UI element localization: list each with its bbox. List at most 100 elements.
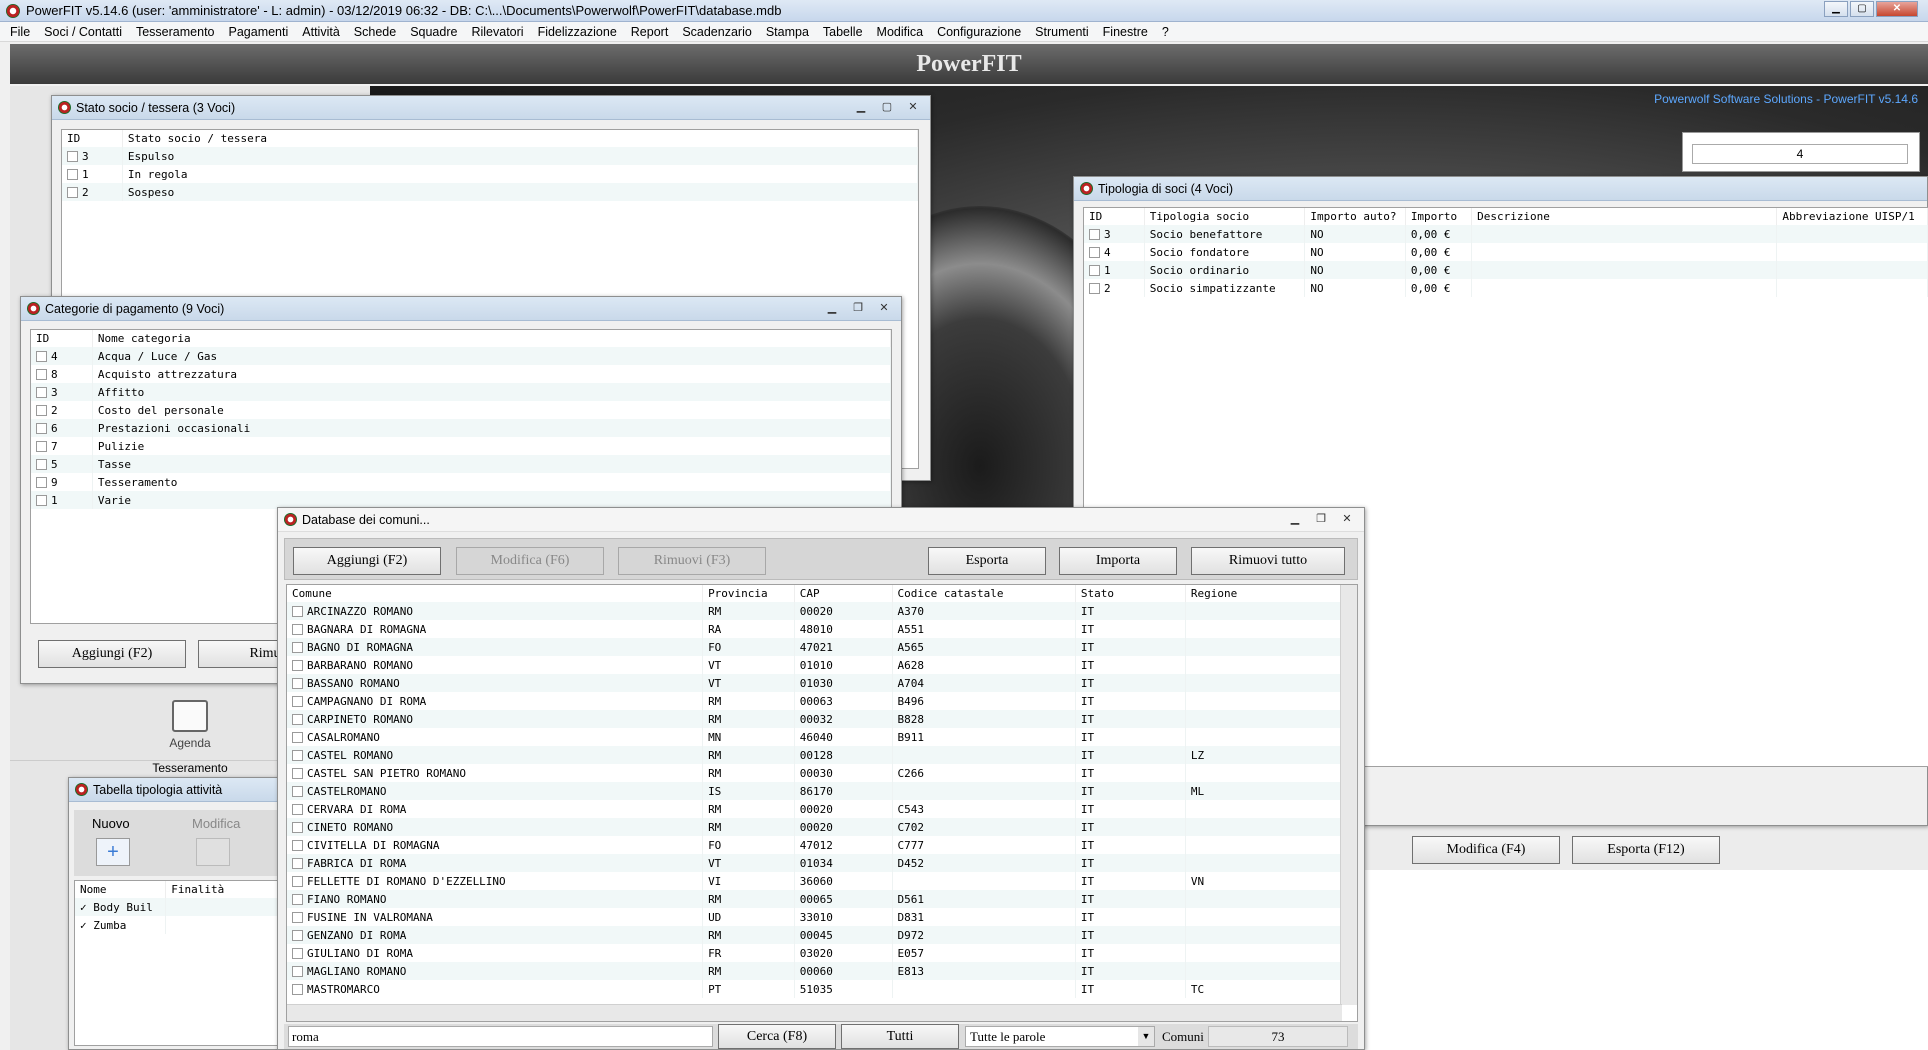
row-checkbox[interactable] <box>292 786 303 797</box>
add-icon[interactable]: + <box>96 838 130 866</box>
row-checkbox[interactable] <box>292 984 303 995</box>
row-checkbox[interactable] <box>292 678 303 689</box>
row-checkbox[interactable] <box>292 606 303 617</box>
row-checkbox[interactable] <box>292 894 303 905</box>
row-checkbox[interactable] <box>292 804 303 815</box>
row-checkbox[interactable] <box>1089 247 1100 258</box>
row-checkbox[interactable] <box>36 351 47 362</box>
column-header[interactable]: Regione <box>1185 585 1357 602</box>
table-row[interactable]: GENZANO DI ROMA RM 00045 D972 IT <box>287 926 1357 944</box>
table-row[interactable]: CERVARA DI ROMA RM 00020 C543 IT <box>287 800 1357 818</box>
minimize-icon[interactable]: ▁ <box>1824 1 1848 17</box>
row-checkbox[interactable] <box>292 696 303 707</box>
table-row[interactable]: 2 Costo del personale <box>31 401 891 419</box>
row-checkbox[interactable] <box>292 660 303 671</box>
comuni-modify-button[interactable]: Modifica (F6) <box>456 547 604 575</box>
close-icon[interactable]: ✕ <box>1334 510 1360 528</box>
menu-item[interactable]: Tesseramento <box>136 25 215 39</box>
table-row[interactable]: CINETO ROMANO RM 00020 C702 IT <box>287 818 1357 836</box>
menu-item[interactable]: Configurazione <box>937 25 1021 39</box>
row-checkbox[interactable] <box>67 151 78 162</box>
table-row[interactable]: BAGNARA DI ROMAGNA RA 48010 A551 IT <box>287 620 1357 638</box>
column-header[interactable]: Nome <box>75 881 167 898</box>
table-row[interactable]: CASTEL ROMANO RM 00128 IT LZ <box>287 746 1357 764</box>
column-header[interactable]: Importo <box>1405 208 1473 225</box>
column-header[interactable]: Codice catastale <box>892 585 1076 602</box>
menu-item[interactable]: Schede <box>354 25 396 39</box>
column-header[interactable]: Tipologia socio <box>1144 208 1306 225</box>
row-checkbox[interactable] <box>36 405 47 416</box>
comuni-all-button[interactable]: Tutti <box>841 1024 959 1049</box>
table-row[interactable]: BASSANO ROMANO VT 01030 A704 IT <box>287 674 1357 692</box>
row-checkbox[interactable] <box>36 477 47 488</box>
table-row[interactable]: 8 Acquisto attrezzatura <box>31 365 891 383</box>
column-header[interactable]: Abbreviazione UISP/1 <box>1776 208 1928 225</box>
menu-item[interactable]: Soci / Contatti <box>44 25 122 39</box>
restore-icon[interactable]: ❐ <box>1308 510 1334 528</box>
row-checkbox[interactable] <box>67 169 78 180</box>
agenda-icon[interactable] <box>172 700 208 732</box>
column-header[interactable]: Nome categoria <box>92 330 891 347</box>
menu-item[interactable]: Pagamenti <box>229 25 289 39</box>
comuni-remove-all-button[interactable]: Rimuovi tutto <box>1191 547 1345 575</box>
table-row[interactable]: 9 Tesseramento <box>31 473 891 491</box>
row-checkbox[interactable] <box>292 642 303 653</box>
row-checkbox[interactable] <box>292 768 303 779</box>
row-checkbox[interactable] <box>292 624 303 635</box>
table-row[interactable]: 1 In regola <box>62 165 918 183</box>
table-row[interactable]: 7 Pulizie <box>31 437 891 455</box>
row-checkbox[interactable] <box>36 441 47 452</box>
minimize-icon[interactable]: ▁ <box>848 98 874 116</box>
column-header[interactable]: Comune <box>287 585 704 602</box>
row-checkbox[interactable] <box>292 840 303 851</box>
table-row[interactable]: 2 Socio simpatizzante NO 0,00 € <box>1084 279 1928 297</box>
table-row[interactable]: ARCINAZZO ROMANO RM 00020 A370 IT <box>287 602 1357 620</box>
comuni-horizontal-scrollbar[interactable] <box>287 1004 1342 1021</box>
table-row[interactable]: 2 Sospeso <box>62 183 918 201</box>
restore-icon[interactable]: ❐ <box>845 299 871 317</box>
table-row[interactable]: FUSINE IN VALROMANA UD 33010 D831 IT <box>287 908 1357 926</box>
table-row[interactable]: CARPINETO ROMANO RM 00032 B828 IT <box>287 710 1357 728</box>
row-checkbox[interactable] <box>36 423 47 434</box>
tipologia-modify-button[interactable]: Modifica (F4) <box>1412 836 1560 864</box>
table-row[interactable]: BARBARANO ROMANO VT 01010 A628 IT <box>287 656 1357 674</box>
row-checkbox[interactable] <box>292 732 303 743</box>
close-icon[interactable]: ✕ <box>900 98 926 116</box>
menu-item[interactable]: Attività <box>302 25 340 39</box>
close-icon[interactable]: ✕ <box>1876 1 1918 17</box>
table-row[interactable]: MASTROMARCO PT 51035 IT TC <box>287 980 1357 998</box>
minimize-icon[interactable]: ▁ <box>819 299 845 317</box>
row-checkbox[interactable] <box>292 930 303 941</box>
table-row[interactable]: CAMPAGNANO DI ROMA RM 00063 B496 IT <box>287 692 1357 710</box>
table-row[interactable]: FABRICA DI ROMA VT 01034 D452 IT <box>287 854 1357 872</box>
comuni-vertical-scrollbar[interactable] <box>1340 585 1357 1005</box>
menu-item[interactable]: Strumenti <box>1035 25 1089 39</box>
menu-item[interactable]: Tabelle <box>823 25 863 39</box>
table-row[interactable]: 1 Socio ordinario NO 0,00 € <box>1084 261 1928 279</box>
table-row[interactable]: CASTEL SAN PIETRO ROMANO RM 00030 C266 IT <box>287 764 1357 782</box>
comuni-import-button[interactable]: Importa <box>1059 547 1177 575</box>
table-row[interactable]: 4 Socio fondatore NO 0,00 € <box>1084 243 1928 261</box>
row-checkbox[interactable] <box>1089 265 1100 276</box>
lock-icon[interactable] <box>196 838 230 866</box>
row-checkbox[interactable] <box>36 387 47 398</box>
minimize-icon[interactable]: ▁ <box>1282 510 1308 528</box>
row-checkbox[interactable] <box>67 187 78 198</box>
maximize-icon[interactable]: ▢ <box>1850 1 1874 17</box>
categorie-add-button[interactable]: Aggiungi (F2) <box>38 640 186 668</box>
table-row[interactable]: MAGLIANO ROMANO RM 00060 E813 IT <box>287 962 1357 980</box>
counter-field[interactable]: 4 <box>1692 144 1908 164</box>
table-row[interactable]: 6 Prestazioni occasionali <box>31 419 891 437</box>
table-row[interactable]: CASALROMANO MN 46040 B911 IT <box>287 728 1357 746</box>
menu-item[interactable]: ? <box>1162 25 1169 39</box>
menu-item[interactable]: Rilevatori <box>471 25 523 39</box>
row-checkbox[interactable] <box>36 369 47 380</box>
maximize-icon[interactable]: ▢ <box>874 98 900 116</box>
column-header[interactable]: Importo auto? <box>1304 208 1406 225</box>
comuni-mode-select[interactable]: Tutte le parole ▼ <box>965 1026 1155 1047</box>
column-header[interactable]: Stato <box>1075 585 1186 602</box>
table-row[interactable]: FIANO ROMANO RM 00065 D561 IT <box>287 890 1357 908</box>
comuni-export-button[interactable]: Esporta <box>928 547 1046 575</box>
comuni-search-button[interactable]: Cerca (F8) <box>718 1024 836 1049</box>
row-checkbox[interactable] <box>292 966 303 977</box>
